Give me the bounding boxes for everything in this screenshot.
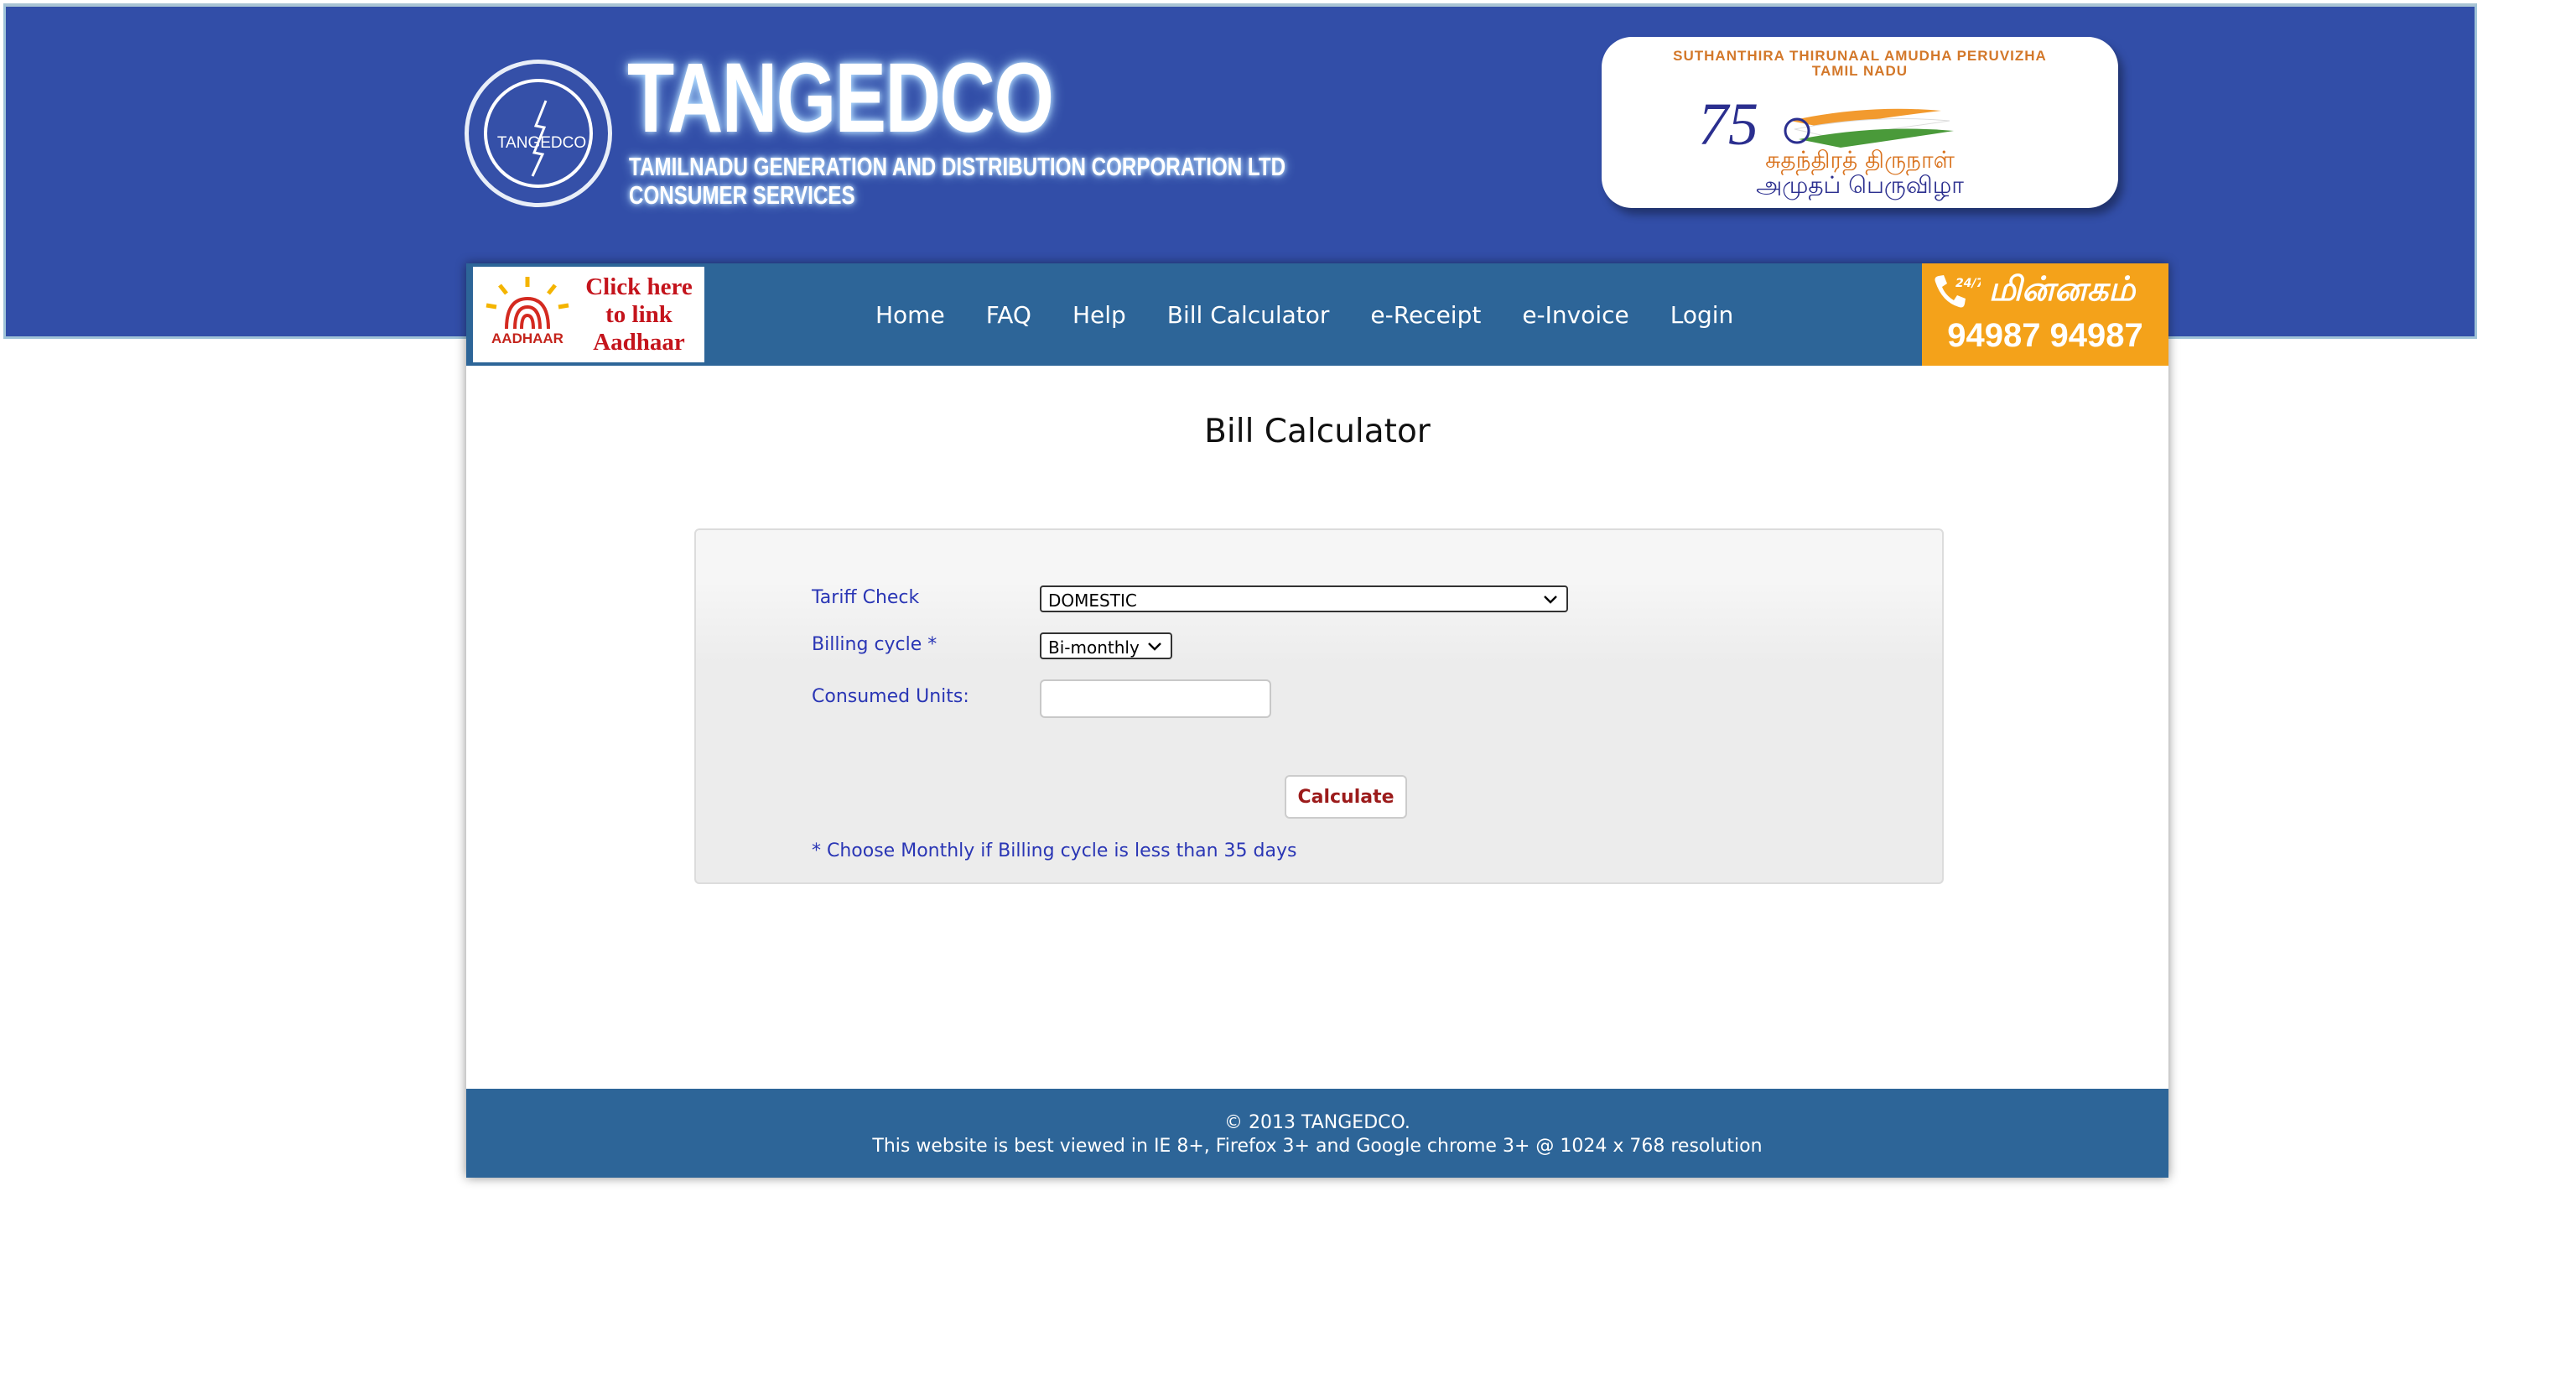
tangedco-logo-icon: TANGEDCO xyxy=(465,60,612,207)
nav-help[interactable]: Help xyxy=(1072,301,1126,329)
nav-login[interactable]: Login xyxy=(1670,301,1734,329)
aadhaar-cta-line3: Aadhaar xyxy=(593,329,685,356)
page-title: Bill Calculator xyxy=(1204,413,1431,450)
azadi-ka-amrit-mahotsav-banner: SUTHANTHIRA THIRUNAAL AMUDHA PERUVIZHA T… xyxy=(1602,37,2118,208)
helpline-title: மின்னகம் xyxy=(1988,270,2136,309)
aadhaar-label: AADHAAR xyxy=(491,330,564,346)
billing-cycle-note: * Choose Monthly if Billing cycle is les… xyxy=(812,840,1297,861)
tariff-check-select[interactable]: DOMESTIC xyxy=(1040,585,1568,612)
brand-subtitle-line2: CONSUMER SERVICES xyxy=(629,180,855,210)
chevron-down-icon xyxy=(1543,594,1558,607)
brand-subtitle-line1: TAMILNADU GENERATION AND DISTRIBUTION CO… xyxy=(629,152,1286,181)
nav-e-receipt[interactable]: e-Receipt xyxy=(1370,301,1481,329)
aadhaar-sun-icon xyxy=(486,277,569,330)
footer: © 2013 TANGEDCO. This website is best vi… xyxy=(466,1089,2168,1178)
main-container: AADHAAR Click here to link Aadhaar Home … xyxy=(466,263,2168,1178)
footer-best-viewed: This website is best viewed in IE 8+, Fi… xyxy=(872,1136,1763,1157)
billing-cycle-value: Bi-monthly xyxy=(1048,637,1140,658)
minnagam-helpline-banner[interactable]: 24/7 மின்னகம் 94987 94987 xyxy=(1922,263,2168,366)
nav-home[interactable]: Home xyxy=(875,301,945,329)
billing-cycle-select[interactable]: Bi-monthly xyxy=(1040,632,1172,659)
nav-e-invoice[interactable]: e-Invoice xyxy=(1522,301,1628,329)
azadi-tamil-line1: சுதந்திரத் திருநாள் xyxy=(1765,146,1955,174)
chevron-down-icon xyxy=(1147,641,1162,654)
aadhaar-cta: Click here to link Aadhaar xyxy=(577,273,701,356)
navbar: AADHAAR Click here to link Aadhaar Home … xyxy=(466,263,2168,366)
brand-subtitle: TAMILNADU GENERATION AND DISTRIBUTION CO… xyxy=(629,153,1285,210)
azadi-tamil-text: சுதந்திரத் திருநாள் அமுதப் பெருவிழா xyxy=(1602,148,2118,198)
brand-title: TANGEDCO xyxy=(627,43,1054,153)
nav-faq[interactable]: FAQ xyxy=(986,301,1031,329)
azadi-caption-line1: SUTHANTHIRA THIRUNAAL AMUDHA PERUVIZHA xyxy=(1673,48,2047,64)
aadhaar-cta-line1: Click here xyxy=(585,273,693,300)
aadhaar-link-banner[interactable]: AADHAAR Click here to link Aadhaar xyxy=(473,267,704,362)
tariff-check-label: Tariff Check xyxy=(812,587,920,608)
azadi-75-text: 75 xyxy=(1698,96,1758,154)
billing-cycle-label: Billing cycle * xyxy=(812,634,937,655)
azadi-tamil-line2: அமுதப் பெருவிழா xyxy=(1756,171,1964,199)
nav-bill-calculator[interactable]: Bill Calculator xyxy=(1167,301,1330,329)
footer-copyright: © 2013 TANGEDCO. xyxy=(1224,1112,1410,1133)
azadi-caption: SUTHANTHIRA THIRUNAAL AMUDHA PERUVIZHA T… xyxy=(1602,49,2118,79)
azadi-caption-line2: TAMIL NADU xyxy=(1811,63,1909,79)
tariff-check-value: DOMESTIC xyxy=(1048,591,1137,611)
consumed-units-label: Consumed Units: xyxy=(812,686,969,707)
main-nav: Home FAQ Help Bill Calculator e-Receipt … xyxy=(875,263,1774,366)
consumed-units-input[interactable] xyxy=(1040,679,1271,718)
bill-calculator-form: Tariff Check DOMESTIC Billing cycle * Bi… xyxy=(694,528,1944,884)
aadhaar-cta-line2: to link xyxy=(605,301,673,328)
helpline-number: 94987 94987 xyxy=(1947,317,2143,354)
calculate-button[interactable]: Calculate xyxy=(1285,775,1407,819)
